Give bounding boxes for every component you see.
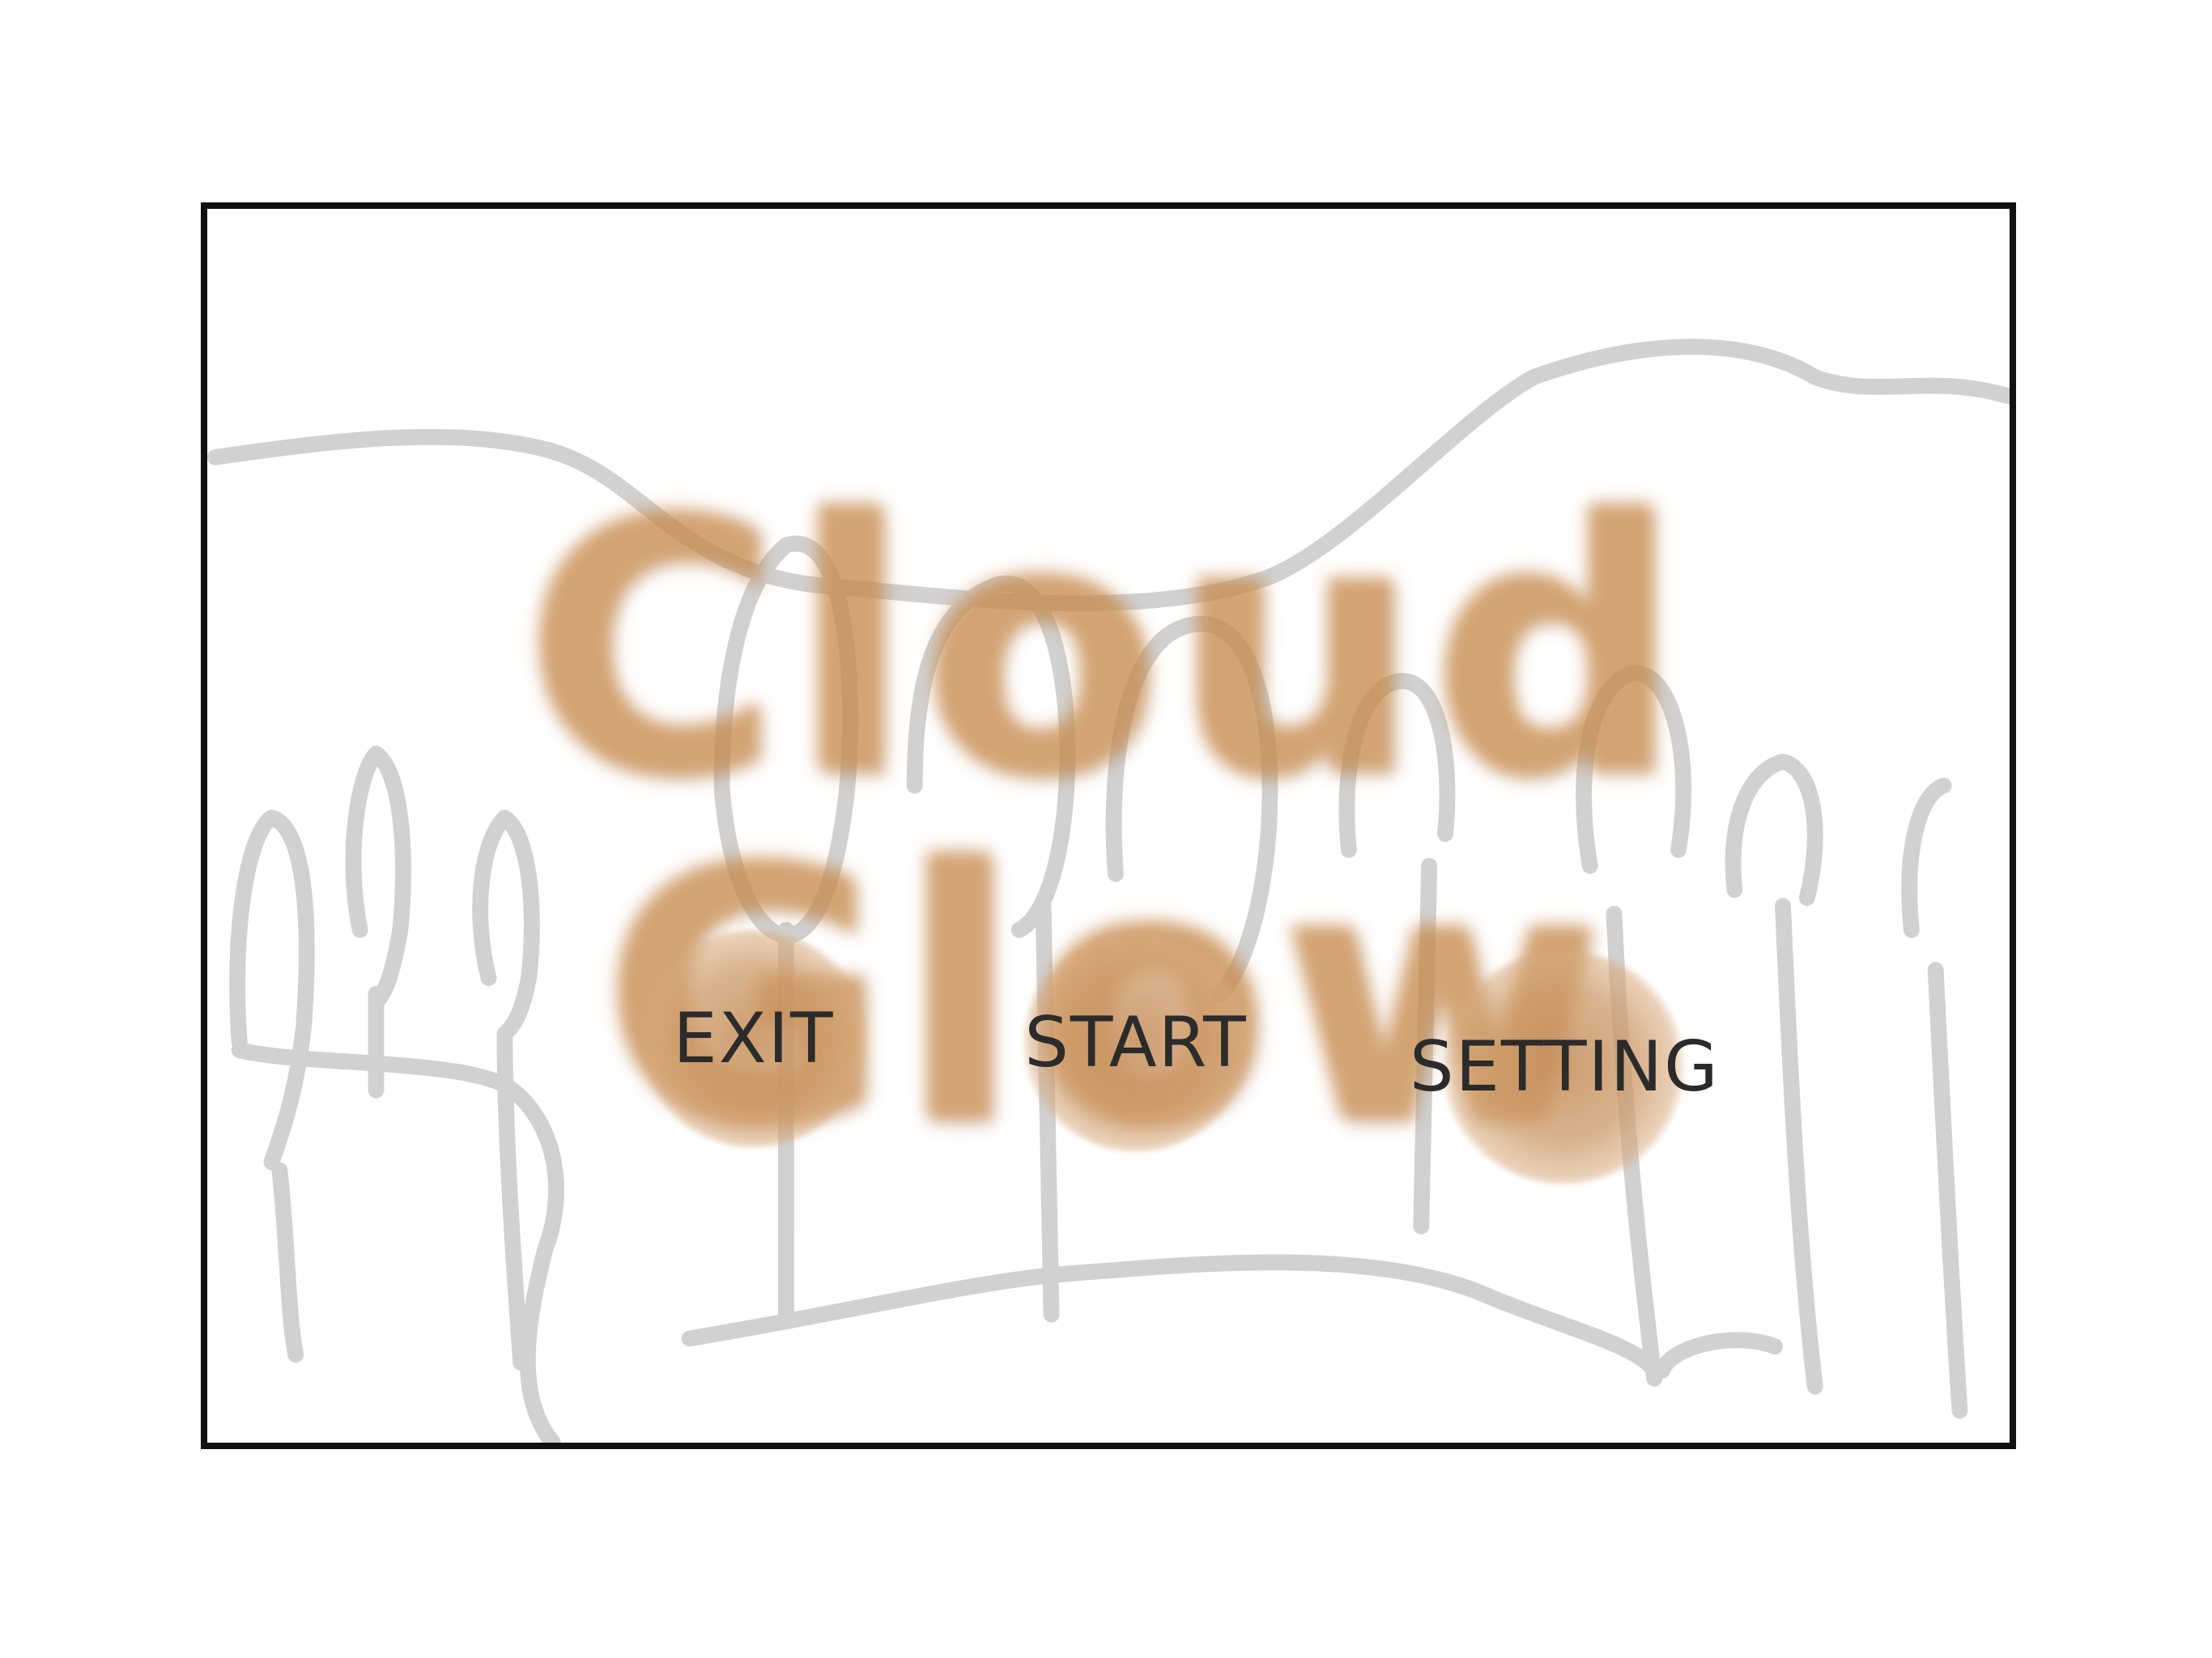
setting-button[interactable]: SETTING (1410, 950, 1718, 1184)
setting-button-label: SETTING (1410, 1027, 1720, 1107)
exit-button-label: EXIT (673, 998, 835, 1079)
background-sketch (207, 338, 2010, 1443)
start-button[interactable]: START (1023, 933, 1249, 1152)
game-screen-frame: Cloud Glow EXIT START SETTING (201, 202, 2016, 1449)
start-button-label: START (1024, 1002, 1248, 1083)
exit-button[interactable]: EXIT (640, 929, 867, 1148)
